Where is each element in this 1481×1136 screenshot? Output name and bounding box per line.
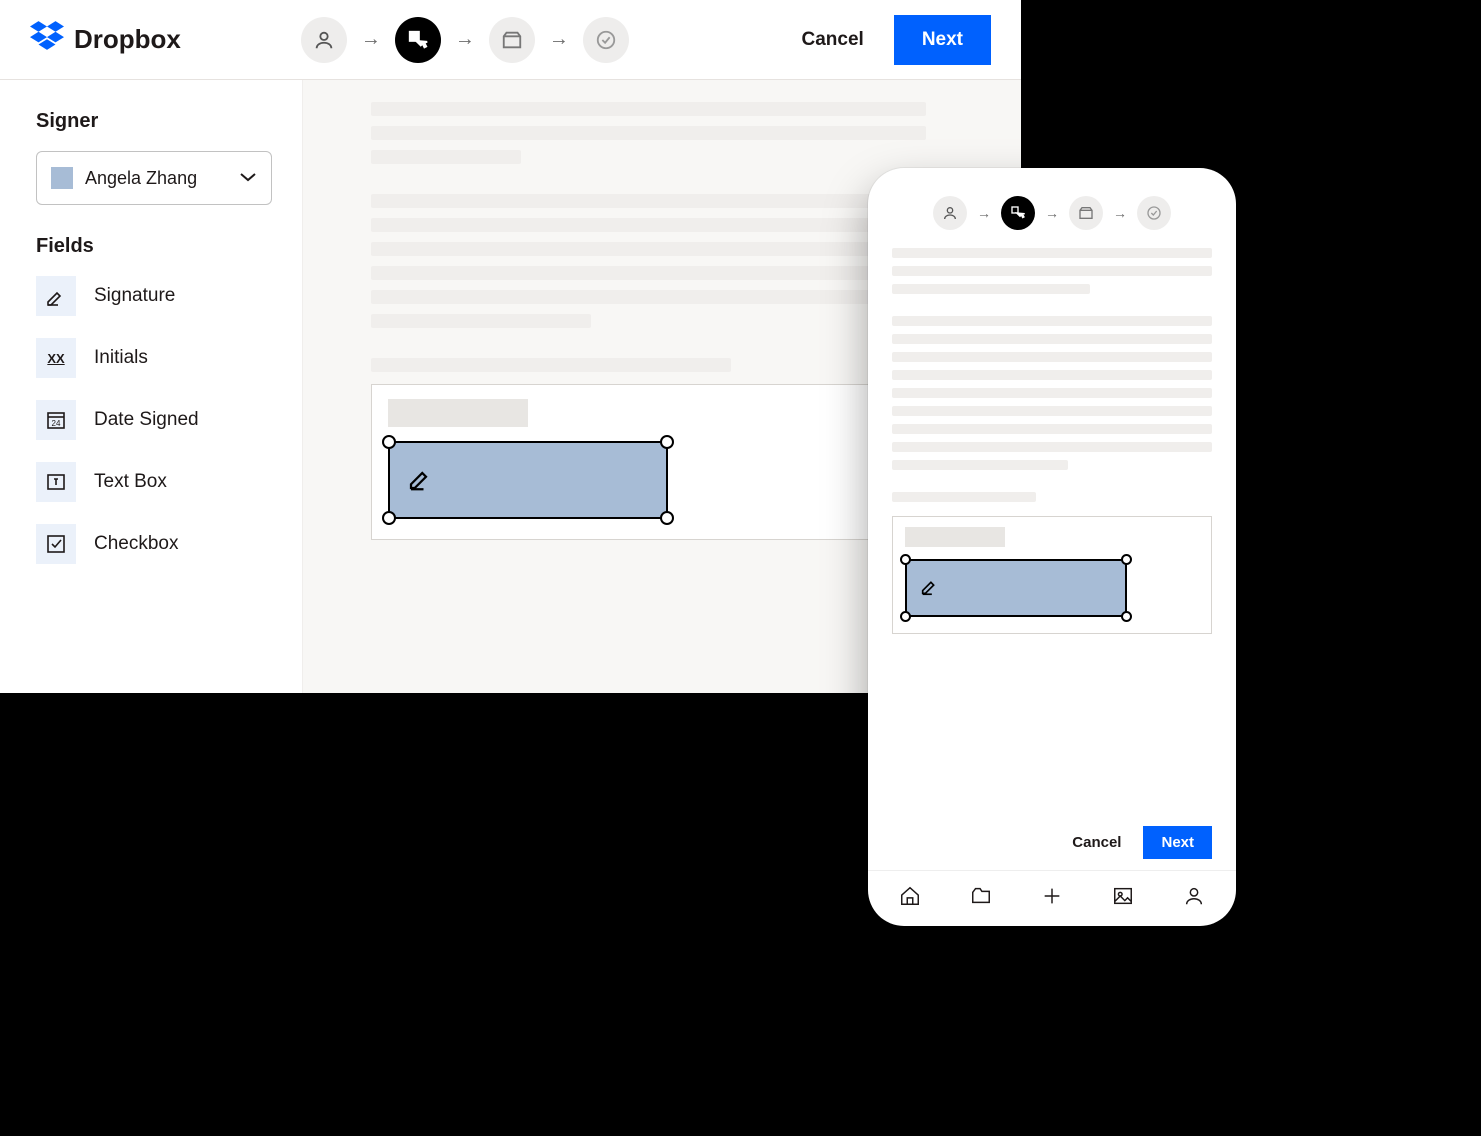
- doc-text-line: [892, 492, 1036, 502]
- arrow-icon: →: [977, 205, 991, 221]
- step-recipients[interactable]: [933, 196, 967, 230]
- arrow-icon: →: [1045, 205, 1059, 221]
- mobile-actions: Cancel Next: [868, 814, 1236, 870]
- signature-icon: [36, 276, 76, 316]
- signer-color-swatch: [51, 167, 73, 189]
- step-place-fields[interactable]: [395, 17, 441, 63]
- checkbox-icon: [36, 524, 76, 564]
- arrow-icon: →: [455, 28, 475, 51]
- field-initials[interactable]: XX Initials: [36, 338, 272, 378]
- signature-icon: [406, 463, 436, 498]
- doc-text-line: [371, 194, 926, 208]
- resize-handle-bl[interactable]: [900, 611, 911, 622]
- field-signature[interactable]: Signature: [36, 276, 272, 316]
- doc-text-line: [371, 102, 926, 116]
- tab-files[interactable]: [966, 881, 996, 911]
- cancel-button[interactable]: Cancel: [1072, 834, 1121, 851]
- step-review[interactable]: [1137, 196, 1171, 230]
- doc-text-line: [371, 150, 521, 164]
- resize-handle-tr[interactable]: [660, 435, 674, 449]
- doc-text-line: [371, 126, 926, 140]
- dropbox-icon: [30, 21, 64, 58]
- doc-text-line: [892, 370, 1212, 380]
- doc-text-line: [371, 242, 926, 256]
- field-label: Signature: [94, 285, 175, 307]
- resize-handle-tl[interactable]: [900, 554, 911, 565]
- doc-text-line: [892, 460, 1068, 470]
- next-button[interactable]: Next: [1143, 826, 1212, 859]
- field-label: Initials: [94, 347, 148, 369]
- mobile-tab-bar: [868, 870, 1236, 926]
- doc-text-line: [892, 406, 1212, 416]
- doc-text-line: [892, 424, 1212, 434]
- signature-icon: [919, 575, 941, 602]
- tab-home[interactable]: [895, 881, 925, 911]
- step-review[interactable]: [583, 17, 629, 63]
- tab-photos[interactable]: [1108, 881, 1138, 911]
- initials-icon: XX: [36, 338, 76, 378]
- doc-text-line: [892, 316, 1212, 326]
- cancel-button[interactable]: Cancel: [802, 29, 864, 51]
- arrow-icon: →: [1113, 205, 1127, 221]
- field-date-signed[interactable]: 24 Date Signed: [36, 400, 272, 440]
- mobile-progress-steps: → → →: [868, 168, 1236, 240]
- dropbox-logo: Dropbox: [30, 21, 181, 58]
- doc-text-line: [892, 284, 1090, 294]
- resize-handle-tl[interactable]: [382, 435, 396, 449]
- doc-text-line: [892, 266, 1212, 276]
- signature-region: [371, 384, 871, 540]
- signer-name: Angela Zhang: [85, 168, 227, 189]
- mobile-preview: → → →: [868, 168, 1236, 926]
- tab-account[interactable]: [1179, 881, 1209, 911]
- step-save[interactable]: [489, 17, 535, 63]
- field-checkbox[interactable]: Checkbox: [36, 524, 272, 564]
- initials-glyph: XX: [47, 351, 64, 366]
- arrow-icon: →: [361, 28, 381, 51]
- step-save[interactable]: [1069, 196, 1103, 230]
- doc-text-line: [892, 334, 1212, 344]
- signature-label-placeholder: [388, 399, 528, 427]
- doc-text-line: [371, 266, 926, 280]
- mobile-document-canvas[interactable]: [868, 240, 1236, 814]
- field-label: Text Box: [94, 471, 167, 493]
- resize-handle-br[interactable]: [660, 511, 674, 525]
- doc-text-line: [892, 442, 1212, 452]
- step-recipients[interactable]: [301, 17, 347, 63]
- field-label: Checkbox: [94, 533, 179, 555]
- signature-label-placeholder: [905, 527, 1005, 547]
- date-icon: 24: [36, 400, 76, 440]
- fields-heading: Fields: [36, 235, 272, 258]
- tab-create[interactable]: [1037, 881, 1067, 911]
- chevron-down-icon: [239, 169, 257, 187]
- doc-text-line: [892, 248, 1212, 258]
- signature-region: [892, 516, 1212, 634]
- fields-sidebar: Signer Angela Zhang Fields Signature: [0, 80, 303, 693]
- field-label: Date Signed: [94, 409, 199, 431]
- doc-text-line: [892, 352, 1212, 362]
- next-button[interactable]: Next: [894, 15, 991, 65]
- signer-heading: Signer: [36, 110, 272, 133]
- resize-handle-br[interactable]: [1121, 611, 1132, 622]
- step-place-fields[interactable]: [1001, 196, 1035, 230]
- field-text-box[interactable]: Text Box: [36, 462, 272, 502]
- doc-text-line: [892, 388, 1212, 398]
- svg-text:24: 24: [52, 419, 61, 428]
- brand-name: Dropbox: [74, 24, 181, 55]
- resize-handle-bl[interactable]: [382, 511, 396, 525]
- progress-steps: → → →: [301, 17, 629, 63]
- signer-dropdown[interactable]: Angela Zhang: [36, 151, 272, 205]
- signature-field-selected[interactable]: [388, 441, 668, 519]
- textbox-icon: [36, 462, 76, 502]
- app-header: Dropbox → → → Cancel Next: [0, 0, 1021, 80]
- fields-list: Signature XX Initials 24 Date Signed: [36, 276, 272, 564]
- resize-handle-tr[interactable]: [1121, 554, 1132, 565]
- doc-text-line: [371, 218, 926, 232]
- header-actions: Cancel Next: [802, 15, 992, 65]
- signature-field-selected[interactable]: [905, 559, 1127, 617]
- doc-text-line: [371, 290, 926, 304]
- doc-text-line: [371, 358, 731, 372]
- doc-text-line: [371, 314, 591, 328]
- arrow-icon: →: [549, 28, 569, 51]
